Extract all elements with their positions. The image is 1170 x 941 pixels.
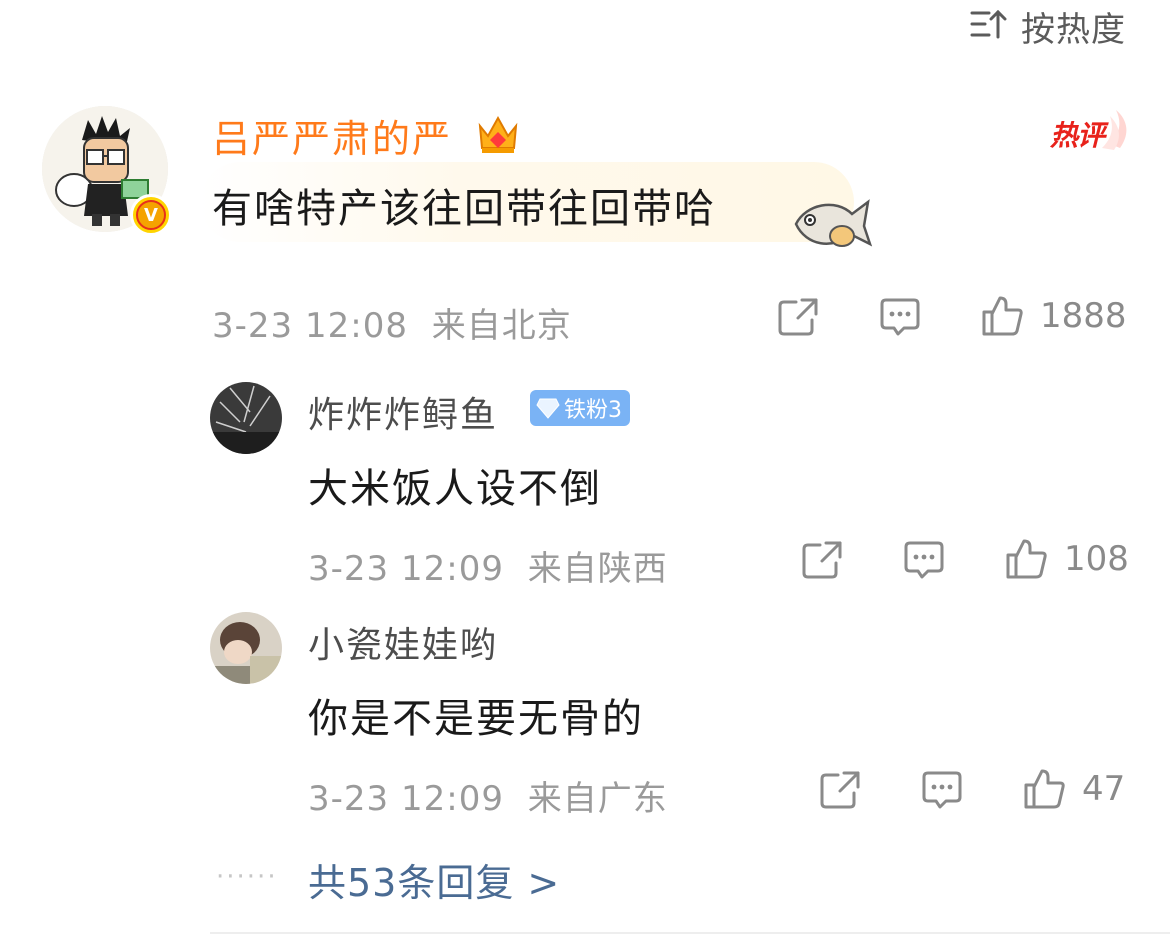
thumbs-up-icon	[982, 296, 1023, 336]
reply-location: 来自广东	[527, 779, 668, 819]
hot-comment-tag: 热评	[1050, 104, 1132, 154]
comment-username[interactable]: 吕严严肃的严	[212, 108, 452, 163]
diamond-icon	[536, 398, 560, 419]
reply-button[interactable]	[920, 769, 964, 811]
comment-location: 来自北京	[431, 306, 572, 346]
comment-timestamp: 3-23 12:08	[212, 306, 408, 346]
reply-text: 你是不是要无骨的	[308, 696, 644, 742]
fan-level-badge: 铁粉3	[530, 390, 630, 426]
comment-icon	[904, 541, 944, 579]
share-icon	[778, 298, 818, 336]
like-count: 47	[1082, 769, 1126, 809]
like-count: 108	[1064, 539, 1129, 579]
reply-location: 来自陕西	[527, 549, 668, 589]
thumbs-up-icon	[1024, 769, 1065, 809]
sort-label: 按热度	[1021, 9, 1126, 50]
like-button[interactable]: 47	[1022, 767, 1125, 811]
reply-text: 大米饭人设不倒	[308, 466, 602, 512]
like-button[interactable]: 1888	[980, 294, 1127, 338]
comment-icon	[880, 298, 920, 336]
share-button[interactable]	[800, 539, 844, 581]
avatar[interactable]	[210, 612, 282, 684]
crown-icon	[474, 110, 522, 158]
view-all-replies-link[interactable]: 共53条回复 >	[308, 852, 560, 907]
share-icon	[802, 541, 842, 579]
reply-username[interactable]: 炸炸炸鲟鱼	[308, 386, 498, 438]
comment-text: 有啥特产该往回带往回带哈	[212, 186, 716, 232]
reply-button[interactable]	[878, 296, 922, 338]
reply-timestamp: 3-23 12:09	[308, 549, 504, 589]
sort-icon	[969, 7, 1007, 45]
avatar[interactable]	[210, 382, 282, 454]
reply-button[interactable]	[902, 539, 946, 581]
sort-by-hot-button[interactable]: 按热度	[969, 4, 1126, 50]
like-count: 1888	[1040, 296, 1127, 336]
like-button[interactable]: 108	[1004, 537, 1129, 581]
share-icon	[820, 771, 860, 809]
divider	[210, 932, 1170, 934]
thumbs-up-icon	[1006, 539, 1047, 579]
reply-timestamp: 3-23 12:09	[308, 779, 504, 819]
more-replies-dots: ······	[216, 862, 278, 892]
share-button[interactable]	[818, 769, 862, 811]
share-button[interactable]	[776, 296, 820, 338]
fish-sticker-icon	[788, 190, 874, 260]
verified-v-icon: V	[130, 194, 172, 236]
reply-username[interactable]: 小瓷娃娃哟	[308, 616, 498, 668]
comment-icon	[922, 771, 962, 809]
